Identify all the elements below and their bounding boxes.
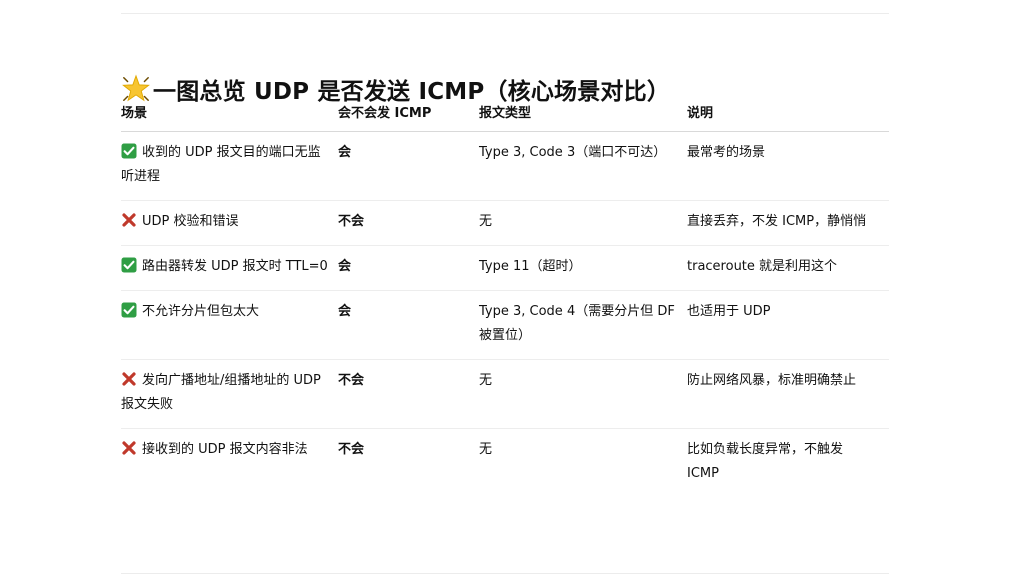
sends-icmp-cell: 不会 (338, 442, 365, 457)
header-packet-type: 报文类型 (479, 99, 687, 132)
header-sends-icmp: 会不会发 ICMP (338, 99, 479, 132)
packet-type-cell: 无 (479, 200, 687, 246)
description-cell: 比如负载长度异常，不触发 ICMP (687, 442, 844, 481)
packet-type-cell: 无 (479, 442, 493, 457)
table-row: 路由器转发 UDP 报文时 TTL=0 会 Type 11（超时） tracer… (121, 245, 889, 291)
description-cell: traceroute 就是利用这个 (687, 245, 889, 291)
packet-type-cell: Type 11（超时） (479, 245, 687, 291)
description-cell: 最常考的场景 (687, 131, 889, 201)
table-row: 不允许分片但包太大 会 Type 3, Code 4（需要分片但 DF 被置位）… (121, 290, 889, 360)
packet-type-cell: Type 3, Code 3（端口不可达） (479, 131, 687, 201)
cross-icon (122, 441, 136, 455)
comparison-table: 场景 会不会发 ICMP 报文类型 说明 收到的 UDP 报文目的端口无监听进程… (121, 99, 889, 497)
scenario-cell: 路由器转发 UDP 报文时 TTL=0 (121, 245, 338, 291)
description-cell: 直接丢弃，不发 ICMP，静悄悄 (687, 200, 889, 246)
scenario-cell: UDP 校验和错误 (121, 200, 338, 246)
scenario-cell: 不允许分片但包太大 (121, 290, 338, 360)
scenario-text: 路由器转发 UDP 报文时 TTL=0 (142, 259, 328, 274)
check-icon (121, 143, 137, 159)
scenario-cell: 接收到的 UDP 报文内容非法 (121, 429, 338, 498)
check-icon (121, 257, 137, 273)
packet-type-cell: 无 (479, 359, 687, 429)
sends-icmp-cell: 会 (338, 290, 479, 360)
table-row: 接收到的 UDP 报文内容非法 不会 无 比如负载长度异常，不触发 ICMP (121, 429, 889, 498)
scenario-text: 收到的 UDP 报文目的端口无监听进程 (121, 145, 321, 184)
sends-icmp-cell: 会 (338, 131, 479, 201)
packet-type-cell: Type 3, Code 4（需要分片但 DF 被置位） (479, 290, 687, 360)
description-cell: 也适用于 UDP (687, 290, 889, 360)
table-row: 发向广播地址/组播地址的 UDP 报文失败 不会 无 防止网络风暴，标准明确禁止 (121, 359, 889, 429)
scenario-cell: 收到的 UDP 报文目的端口无监听进程 (121, 131, 338, 201)
scenario-text: 不允许分片但包太大 (142, 304, 260, 319)
sends-icmp-cell: 会 (338, 245, 479, 291)
top-divider (121, 13, 889, 14)
scenario-cell: 发向广播地址/组播地址的 UDP 报文失败 (121, 359, 338, 429)
scenario-text: UDP 校验和错误 (142, 214, 239, 229)
cross-icon (122, 213, 136, 227)
cross-icon (122, 372, 136, 386)
table-row: 收到的 UDP 报文目的端口无监听进程 会 Type 3, Code 3（端口不… (121, 131, 889, 201)
scenario-text: 发向广播地址/组播地址的 UDP 报文失败 (121, 373, 321, 412)
bottom-divider (121, 573, 889, 574)
table-row: UDP 校验和错误 不会 无 直接丢弃，不发 ICMP，静悄悄 (121, 200, 889, 246)
description-cell: 防止网络风暴，标准明确禁止 (687, 359, 889, 429)
scenario-text: 接收到的 UDP 报文内容非法 (142, 442, 308, 457)
sends-icmp-cell: 不会 (338, 359, 479, 429)
check-icon (121, 302, 137, 318)
header-description: 说明 (687, 99, 889, 132)
sends-icmp-cell: 不会 (338, 200, 479, 246)
table-header-row: 场景 会不会发 ICMP 报文类型 说明 (121, 99, 889, 132)
header-scenario: 场景 (121, 99, 338, 132)
